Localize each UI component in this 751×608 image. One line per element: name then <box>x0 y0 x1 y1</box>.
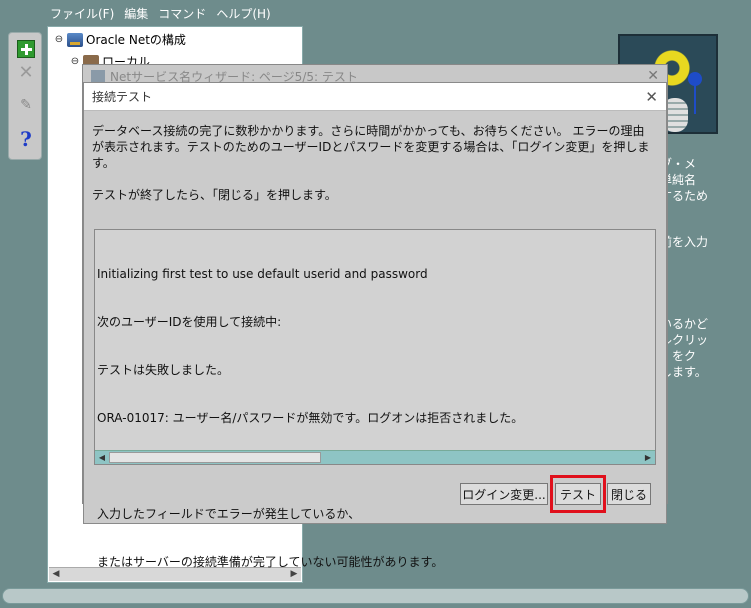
scroll-left-icon[interactable]: ◀ <box>49 568 63 581</box>
edit-button[interactable]: ✎ <box>14 93 38 117</box>
plus-icon <box>17 40 35 58</box>
menu-command[interactable]: コマンド <box>156 4 208 24</box>
tree-node-root[interactable]: ⊖ Oracle Netの構成 <box>54 31 186 48</box>
menu-edit[interactable]: 編集 <box>122 4 150 24</box>
connection-test-dialog: 接続テスト ✕ データベース接続の完了に数秒かかります。さらに時間がかかっても、… <box>83 82 667 569</box>
dialog-instructions: データベース接続の完了に数秒かかります。さらに時間がかかっても、お待ちください。… <box>92 124 650 202</box>
dialog-title-bar: 接続テスト <box>84 83 666 111</box>
test-result-textarea[interactable]: Initializing first test to use default u… <box>94 229 656 569</box>
result-horizontal-scrollbar[interactable]: ◀ ▶ <box>95 450 655 464</box>
help-text-block-2: 前を入力 <box>660 235 709 249</box>
highlight-box <box>550 475 606 513</box>
test-result-text: Initializing first test to use default u… <box>97 267 524 569</box>
scrollbar-thumb[interactable] <box>109 452 321 463</box>
left-toolbar: ✕ ✎ ? <box>8 32 42 160</box>
scroll-left-icon[interactable]: ◀ <box>95 451 109 464</box>
x-icon: ✕ <box>18 62 34 83</box>
plug-icon <box>688 72 702 86</box>
close-button[interactable]: 閉じる <box>607 483 651 505</box>
close-icon[interactable]: ✕ <box>645 88 658 106</box>
help-button[interactable]: ? <box>14 127 38 151</box>
delete-button[interactable]: ✕ <box>14 61 38 85</box>
scroll-right-icon[interactable]: ▶ <box>641 451 655 464</box>
help-text-block-3: いるかど ルクリッ 」をク します。 」 <box>660 317 709 407</box>
menu-file[interactable]: ファイル(F) <box>48 4 116 24</box>
login-change-button[interactable]: ログイン変更... <box>460 483 548 505</box>
add-button[interactable] <box>14 37 38 61</box>
collapse-icon[interactable]: ⊖ <box>54 34 64 45</box>
question-icon: ? <box>20 127 32 151</box>
dialog-title: 接続テスト <box>92 90 153 104</box>
menu-bar: ファイル(F) 編集 コマンド ヘルプ(H) <box>48 4 273 24</box>
network-icon <box>67 32 83 47</box>
wizard-icon <box>91 70 105 82</box>
edit-icon: ✎ <box>20 97 32 113</box>
tree-node-root-label: Oracle Netの構成 <box>86 33 186 47</box>
menu-help[interactable]: ヘルプ(H) <box>214 4 272 24</box>
collapse-icon[interactable]: ⊖ <box>70 56 80 67</box>
help-text-block-1: ブ・メ 単純名 するため <box>660 157 709 203</box>
